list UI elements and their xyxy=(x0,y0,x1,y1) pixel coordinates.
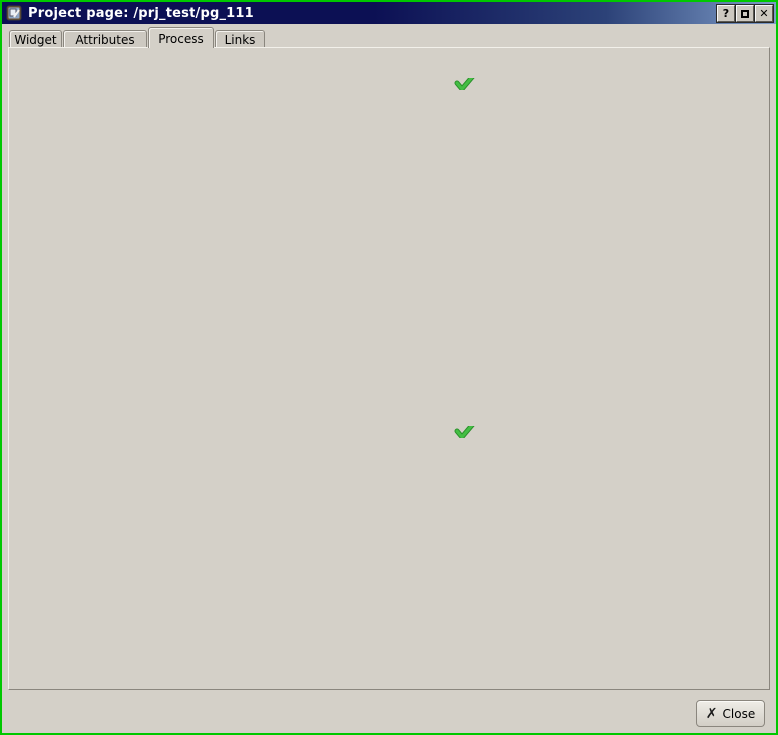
tab-attributes[interactable]: Attributes xyxy=(63,30,147,47)
tab-process[interactable]: Process xyxy=(148,27,214,48)
window-icon xyxy=(6,5,22,21)
maximize-icon xyxy=(741,10,749,18)
window-title: Project page: /prj_test/pg_111 xyxy=(28,6,254,21)
title-bar[interactable]: Project page: /prj_test/pg_111 ? ✕ xyxy=(2,2,776,24)
tab-links[interactable]: Links xyxy=(215,30,265,47)
tab-widget[interactable]: Widget xyxy=(9,30,62,47)
close-window-button[interactable]: ✕ xyxy=(755,5,773,22)
close-icon: ✕ xyxy=(759,7,768,20)
help-button[interactable]: ? xyxy=(717,5,735,22)
maximize-button[interactable] xyxy=(736,5,754,22)
processed-check-icon xyxy=(453,426,476,438)
close-button-label: Close xyxy=(723,707,756,721)
window: Project page: /prj_test/pg_111 ? ✕ Widge… xyxy=(0,0,778,735)
process-tab-pane xyxy=(8,47,770,690)
close-button[interactable]: ✗ Close xyxy=(696,700,765,727)
help-icon: ? xyxy=(723,7,729,20)
close-x-icon: ✗ xyxy=(706,706,718,722)
processed-check-icon xyxy=(453,78,476,90)
